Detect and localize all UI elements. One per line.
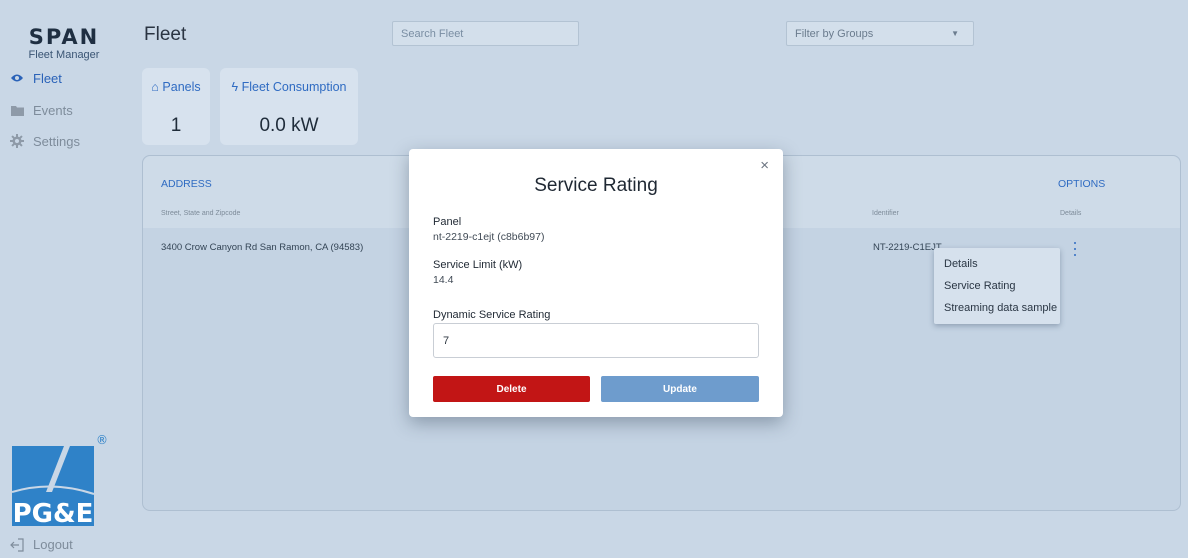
update-button[interactable]: Update bbox=[601, 376, 759, 402]
pge-logo-text: PG&E bbox=[13, 499, 94, 528]
menu-item-details[interactable]: Details bbox=[944, 258, 978, 270]
pge-logo: PG&E ® bbox=[11, 432, 110, 529]
service-limit-value: 14.4 bbox=[433, 274, 454, 286]
sidebar-item-label: Events bbox=[33, 102, 73, 118]
group-filter-label: Filter by Groups bbox=[795, 27, 874, 40]
panel-value: nt-2219-c1ejt (c8b6b97) bbox=[433, 231, 545, 243]
menu-item-service-rating[interactable]: Service Rating bbox=[944, 280, 1016, 292]
service-limit-label: Service Limit (kW) bbox=[433, 259, 523, 271]
bolt-icon: ϟ bbox=[231, 80, 239, 94]
sidebar: SPAN Fleet Manager Fleet Events Settings bbox=[0, 0, 122, 558]
column-subheader-identifier: Identifier bbox=[872, 210, 899, 217]
page-title: Fleet bbox=[144, 24, 187, 45]
dynamic-service-rating-label: Dynamic Service Rating bbox=[433, 309, 551, 321]
registered-mark: ® bbox=[96, 433, 108, 447]
chevron-down-icon: ▼ bbox=[951, 29, 959, 38]
row-identifier[interactable]: NT-2219-C1EJT bbox=[873, 242, 942, 253]
sidebar-item-settings[interactable]: Settings bbox=[10, 130, 80, 152]
delete-button[interactable]: Delete bbox=[433, 376, 590, 402]
sidebar-item-events[interactable]: Events bbox=[10, 99, 73, 121]
group-filter-select[interactable]: Filter by Groups ▼ bbox=[786, 21, 974, 46]
panel-label: Panel bbox=[433, 216, 462, 228]
logout-button[interactable]: Logout bbox=[10, 537, 73, 552]
row-address[interactable]: 3400 Crow Canyon Rd San Ramon, CA (94583… bbox=[161, 242, 363, 253]
fleet-consumption-stat-label: ϟ Fleet Consumption bbox=[231, 80, 347, 94]
column-header-options[interactable]: OPTIONS bbox=[1058, 178, 1105, 190]
close-icon[interactable]: × bbox=[760, 158, 769, 173]
logout-label: Logout bbox=[33, 537, 73, 552]
sidebar-item-label: Fleet bbox=[33, 70, 62, 86]
sidebar-item-label: Settings bbox=[33, 133, 80, 149]
menu-item-streaming-data-sample[interactable]: Streaming data sample bbox=[944, 302, 1057, 314]
panels-stat-value: 1 bbox=[170, 115, 182, 136]
row-options-kebab-icon[interactable] bbox=[1071, 242, 1079, 256]
brand: SPAN Fleet Manager bbox=[14, 26, 114, 61]
panels-stat-card: ⌂ Panels 1 bbox=[142, 68, 210, 145]
row-options-menu: Details Service Rating Streaming data sa… bbox=[934, 248, 1060, 324]
gear-icon bbox=[10, 134, 24, 148]
brand-subtitle: Fleet Manager bbox=[28, 49, 100, 61]
search-input[interactable] bbox=[392, 21, 579, 46]
dynamic-service-rating-input[interactable] bbox=[433, 323, 759, 358]
column-subheader-options: Details bbox=[1060, 210, 1082, 217]
fleet-consumption-stat-card: ϟ Fleet Consumption 0.0 kW bbox=[220, 68, 358, 145]
logout-icon bbox=[10, 537, 24, 552]
modal-title: Service Rating bbox=[534, 175, 658, 196]
span-logo: SPAN bbox=[28, 25, 100, 49]
home-icon: ⌂ bbox=[151, 80, 159, 94]
fleet-consumption-stat-value: 0.0 kW bbox=[259, 115, 319, 136]
column-subheader-address: Street, State and Zipcode bbox=[161, 210, 241, 217]
panels-stat-label: ⌂ Panels bbox=[151, 80, 201, 94]
folder-icon bbox=[10, 103, 24, 117]
eye-icon bbox=[10, 71, 24, 85]
service-rating-modal: × Service Rating Panel nt-2219-c1ejt (c8… bbox=[409, 149, 783, 417]
column-header-address[interactable]: ADDRESS bbox=[161, 178, 212, 190]
sidebar-item-fleet[interactable]: Fleet bbox=[10, 67, 62, 89]
